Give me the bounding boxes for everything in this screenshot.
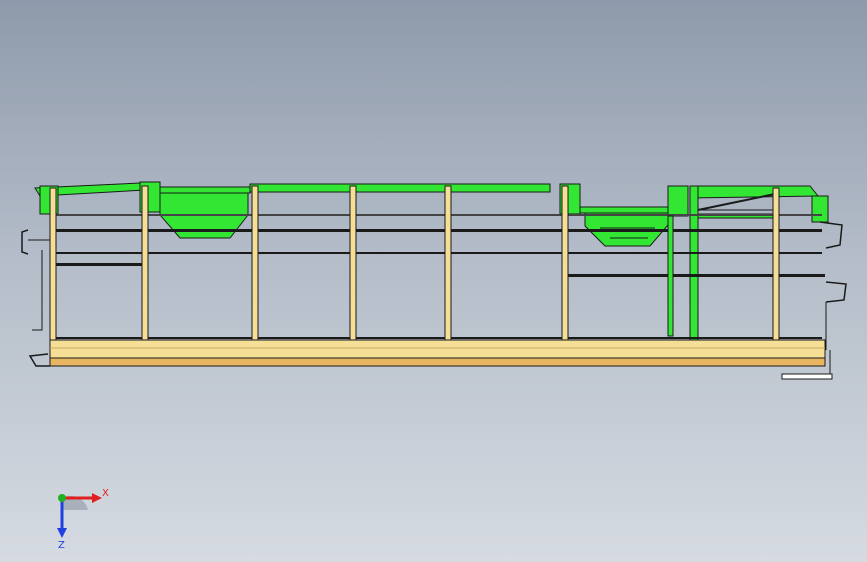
floor-deck [49, 339, 826, 367]
coordinate-axes-triad-icon: X Z [57, 488, 109, 550]
front-end-fittings [21, 229, 50, 367]
x-axis-label: X [102, 488, 109, 499]
hopper-green [159, 192, 669, 247]
horizontal-rails [52, 214, 825, 339]
cad-graphics-viewport[interactable]: X Z [0, 0, 867, 562]
vehicle-frame-model[interactable] [0, 0, 867, 562]
rear-green-bracing [689, 185, 779, 357]
z-axis-label: Z [58, 540, 65, 550]
